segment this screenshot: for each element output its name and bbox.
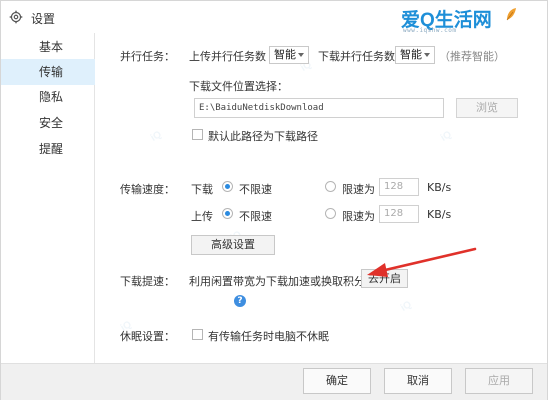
sidebar-item-transfer[interactable]: 传输	[1, 59, 95, 85]
sidebar-item-reminder[interactable]: 提醒	[1, 136, 95, 162]
sidebar-item-label: 隐私	[39, 90, 64, 104]
upload-parallel-label: 上传并行任务数	[189, 50, 266, 63]
sidebar-item-security[interactable]: 安全	[1, 110, 95, 136]
download-limit-unit: KB/s	[427, 181, 452, 194]
apply-button[interactable]: 应用	[465, 368, 533, 394]
prevent-sleep-label: 有传输任务时电脑不休眠	[208, 330, 329, 343]
download-boost-text: 利用闲置带宽为下载加速或换取积分	[189, 275, 365, 288]
upload-limit-radio[interactable]	[325, 208, 336, 219]
sidebar-item-label: 传输	[39, 65, 64, 79]
download-path-field[interactable]: E:\BaiduNetdiskDownload	[194, 98, 444, 118]
download-limit-input[interactable]: 128	[379, 178, 419, 196]
download-path-value: E:\BaiduNetdiskDownload	[199, 103, 324, 113]
settings-window: iQ iQ iQ iQ iQ iQ iQ iQ 设置 爱Q生活网 www.iqs…	[0, 0, 548, 400]
upload-limit-input[interactable]: 128	[379, 205, 419, 223]
sidebar-item-label: 基本	[39, 40, 64, 54]
upload-speed-label: 上传	[191, 210, 213, 223]
upload-parallel-value: 智能	[274, 48, 296, 61]
settings-content: 并行任务： 上传并行任务数 智能 下载并行任务数 智能 （推荐智能） 下载文件位…	[96, 33, 548, 363]
parallel-hint: （推荐智能）	[439, 50, 505, 63]
default-path-checkbox[interactable]	[192, 129, 203, 140]
upload-limit-label: 限速为	[342, 210, 375, 223]
transfer-speed-label: 传输速度：	[120, 183, 175, 196]
upload-parallel-select[interactable]: 智能	[269, 46, 309, 64]
upload-limit-value: 128	[384, 208, 404, 219]
default-path-checkbox-label: 默认此路径为下载路径	[208, 130, 318, 143]
chevron-down-icon	[424, 53, 430, 57]
download-unlimited-radio[interactable]	[222, 181, 233, 192]
download-limit-radio[interactable]	[325, 181, 336, 192]
cancel-button[interactable]: 取消	[384, 368, 452, 394]
leaf-icon	[506, 8, 516, 21]
ok-button[interactable]: 确定	[303, 368, 371, 394]
upload-unlimited-radio[interactable]	[222, 208, 233, 219]
sleep-settings-label: 休眠设置：	[120, 330, 175, 343]
parallel-tasks-label: 并行任务：	[120, 50, 175, 63]
title-bar: 设置 爱Q生活网 www.iqshw.com	[1, 1, 547, 35]
help-icon[interactable]: ?	[234, 295, 246, 307]
sidebar-item-basic[interactable]: 基本	[1, 34, 95, 60]
download-location-label: 下载文件位置选择：	[189, 80, 288, 93]
sidebar-item-label: 安全	[39, 116, 64, 130]
upload-limit-unit: KB/s	[427, 208, 452, 221]
brand-logo: 爱Q生活网 www.iqshw.com	[401, 5, 521, 35]
chevron-down-icon	[298, 53, 304, 57]
dialog-footer: 确定 取消 应用	[1, 363, 547, 400]
download-parallel-label: 下载并行任务数	[318, 50, 395, 63]
download-parallel-value: 智能	[400, 48, 422, 61]
download-speed-label: 下载	[191, 183, 213, 196]
prevent-sleep-checkbox[interactable]	[192, 329, 203, 340]
gear-icon	[9, 10, 23, 24]
download-unlimited-label: 不限速	[239, 183, 272, 196]
sidebar-item-label: 提醒	[39, 142, 64, 156]
download-limit-value: 128	[384, 181, 404, 192]
sidebar-item-privacy[interactable]: 隐私	[1, 84, 95, 110]
advanced-settings-button[interactable]: 高级设置	[191, 235, 275, 255]
download-boost-label: 下载提速：	[120, 275, 175, 288]
upload-unlimited-label: 不限速	[239, 210, 272, 223]
download-parallel-select[interactable]: 智能	[395, 46, 435, 64]
window-title: 设置	[31, 12, 56, 26]
browse-button[interactable]: 浏览	[456, 98, 518, 118]
annotation-arrow-icon	[367, 247, 477, 277]
download-limit-label: 限速为	[342, 183, 375, 196]
sidebar: 基本 传输 隐私 安全 提醒	[1, 33, 95, 363]
